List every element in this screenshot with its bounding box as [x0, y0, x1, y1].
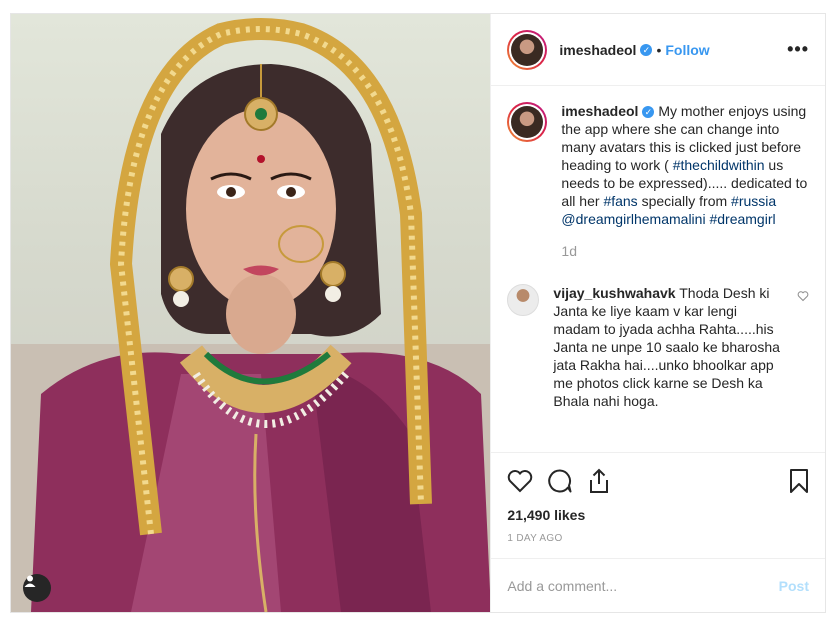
share-icon[interactable]: [587, 468, 611, 494]
post-photo[interactable]: [11, 14, 491, 612]
commenter-username[interactable]: vijay_kushwahavk: [553, 285, 675, 301]
more-options-icon[interactable]: •••: [787, 39, 809, 60]
avatar-image: [511, 106, 544, 138]
post-time-ago[interactable]: 1 DAY AGO: [507, 533, 809, 544]
likes-count[interactable]: 21,490 likes: [507, 507, 809, 523]
like-heart-icon[interactable]: [507, 469, 533, 493]
hashtag-link[interactable]: #fans: [603, 193, 637, 209]
hashtag-link[interactable]: #russia: [731, 193, 776, 209]
like-comment-heart-icon[interactable]: [797, 290, 809, 302]
hashtag-link[interactable]: #thechildwithin: [673, 157, 765, 173]
person-icon: [24, 575, 36, 587]
photo-illustration: [11, 18, 491, 612]
comment-body: Thoda Desh ki Janta ke liye kaam v kar l…: [553, 285, 780, 409]
hashtag-link[interactable]: #dreamgirl: [709, 211, 775, 227]
user-tag-button[interactable]: [23, 574, 51, 602]
comment-row: vijay_kushwahavk Thoda Desh ki Janta ke …: [507, 284, 809, 410]
post-header: imeshadeol ✓ • Follow •••: [491, 14, 825, 86]
verified-badge-icon: ✓: [642, 106, 655, 119]
follow-button[interactable]: Follow: [665, 42, 709, 58]
avatar-image: [511, 33, 544, 66]
bookmark-icon[interactable]: [789, 468, 809, 494]
post-sidebar: imeshadeol ✓ • Follow ••• imeshadeol ✓ My…: [490, 14, 825, 612]
caption-row: imeshadeol ✓ My mother enjoys using the a…: [507, 102, 809, 260]
comment-text: vijay_kushwahavk Thoda Desh ki Janta ke …: [553, 284, 783, 410]
comments-section: imeshadeol ✓ My mother enjoys using the a…: [491, 86, 825, 452]
caption-avatar[interactable]: [507, 102, 548, 142]
comment-bubble-icon[interactable]: [547, 468, 573, 494]
action-icons: [507, 461, 809, 501]
instagram-post: imeshadeol ✓ • Follow ••• imeshadeol ✓ My…: [10, 13, 826, 613]
separator-dot: •: [656, 41, 662, 58]
verified-badge-icon: ✓: [640, 43, 653, 56]
caption-timestamp[interactable]: 1d: [561, 242, 809, 260]
caption-part: specially from: [637, 193, 732, 209]
caption-text: imeshadeol ✓ My mother enjoys using the a…: [561, 102, 809, 228]
comment-input[interactable]: [507, 577, 779, 594]
author-username[interactable]: imeshadeol: [559, 42, 636, 58]
add-comment-bar: Post: [491, 558, 825, 612]
mention-link[interactable]: @dreamgirlhemamalini: [561, 211, 705, 227]
caption-username[interactable]: imeshadeol: [561, 103, 638, 119]
post-comment-button[interactable]: Post: [779, 578, 809, 594]
author-avatar[interactable]: [507, 29, 548, 70]
commenter-avatar[interactable]: [507, 284, 540, 316]
